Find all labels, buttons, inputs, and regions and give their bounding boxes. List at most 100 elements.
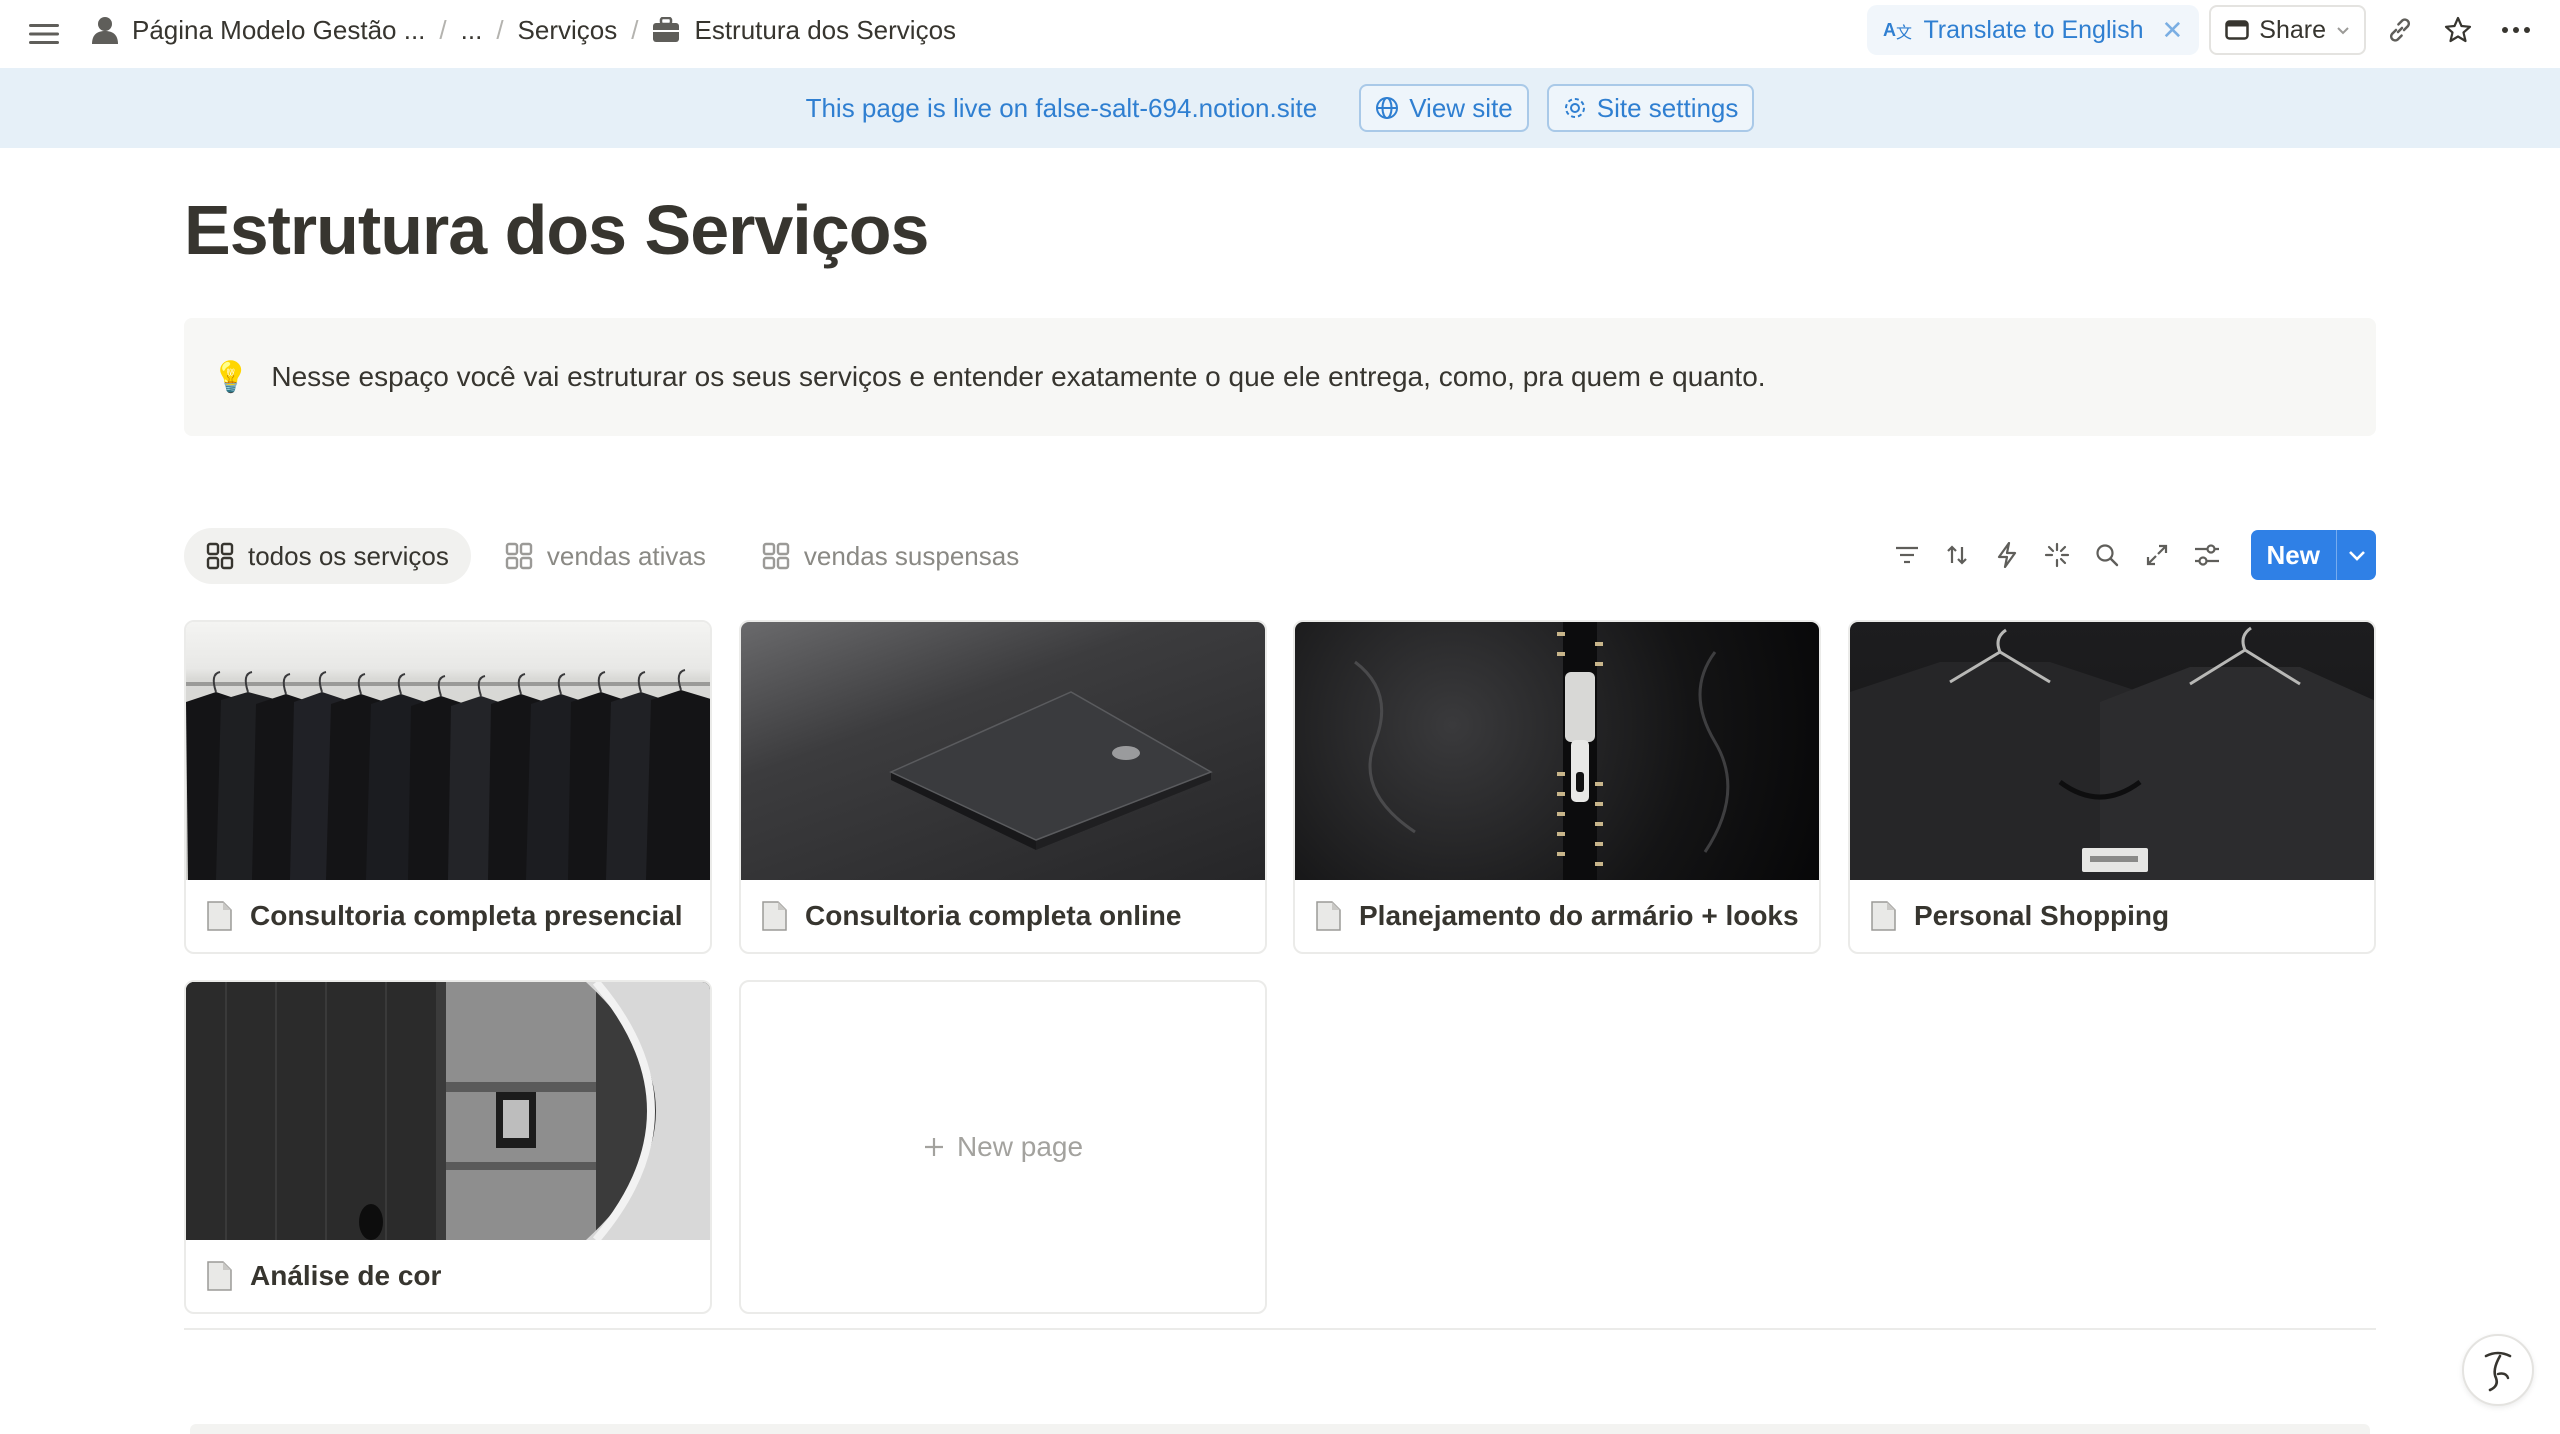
chevron-down-icon: [2348, 551, 2365, 561]
view-settings-button[interactable]: [2185, 533, 2229, 577]
breadcrumb-label: Serviços: [517, 14, 618, 45]
open-full-page-button[interactable]: [2135, 533, 2179, 577]
filter-button[interactable]: [1885, 533, 1929, 577]
card-title-row: Consultoria completa online: [741, 880, 1265, 952]
new-options-button[interactable]: [2336, 530, 2376, 580]
breadcrumb-label: ...: [460, 14, 483, 45]
help-button[interactable]: [2462, 1334, 2534, 1406]
card-cover-image: [186, 982, 710, 1240]
gallery-view-icon: [505, 542, 533, 570]
new-page-label: New page: [956, 1131, 1084, 1162]
star-icon: [2444, 16, 2472, 43]
gallery-card[interactable]: Consultoria completa presencial: [184, 620, 712, 954]
card-title-row: Análise de cor: [186, 1240, 710, 1312]
view-site-label: View site: [1409, 92, 1513, 123]
site-settings-button[interactable]: Site settings: [1546, 84, 1755, 132]
breadcrumb-item-workspace[interactable]: Página Modelo Gestão ...: [84, 11, 433, 50]
ai-autofill-button[interactable]: [2035, 533, 2079, 577]
page-icon: [1316, 901, 1341, 931]
card-title: Consultoria completa presencial: [250, 900, 683, 931]
tab-label: vendas suspensas: [803, 540, 1020, 571]
hangers-tshirts-illustration: [1850, 626, 2374, 880]
link-icon: [2390, 18, 2410, 42]
gallery-card[interactable]: Personal Shopping: [1848, 620, 2376, 954]
new-page-label-row: New page: [923, 1131, 1083, 1163]
share-button[interactable]: Share: [2209, 5, 2366, 55]
breadcrumb-label: Página Modelo Gestão ...: [132, 14, 426, 45]
favorite-button[interactable]: [2434, 6, 2482, 54]
divider: [184, 1328, 2376, 1330]
breadcrumb-separator: /: [439, 14, 447, 45]
copy-link-button[interactable]: [2376, 6, 2424, 54]
card-title-row: Planejamento do armário + looks: [1295, 880, 1819, 952]
database-view-tabs: todos os serviços vendas ativas vendas s…: [184, 528, 1041, 584]
view-site-button[interactable]: View site: [1359, 84, 1529, 132]
sort-arrows-icon: [1946, 545, 1967, 565]
next-block-edge: [190, 1424, 2370, 1434]
lightbulb-icon: 💡: [212, 360, 250, 394]
site-settings-label: Site settings: [1596, 92, 1739, 123]
new-page-card[interactable]: New page: [739, 980, 1267, 1314]
gallery-card[interactable]: Planejamento do armário + looks: [1293, 620, 1821, 954]
translate-icon: A文: [1883, 20, 1912, 41]
tab-vendas-ativas[interactable]: vendas ativas: [483, 528, 728, 584]
page-icon: [207, 1261, 232, 1291]
laptop-illustration: [889, 691, 1213, 850]
plus-icon: [924, 1138, 943, 1156]
gear-icon: [1564, 98, 1585, 118]
card-cover-image: [186, 622, 710, 880]
card-title: Planejamento do armário + looks: [1359, 900, 1799, 931]
card-title-row: Consultoria completa presencial: [186, 880, 710, 952]
search-button[interactable]: [2085, 533, 2129, 577]
database-toolbar: New: [1885, 530, 2376, 580]
breadcrumb: Página Modelo Gestão ... / ... / Serviço…: [84, 0, 964, 60]
banner-text: This page is live on false-salt-694.noti…: [805, 92, 1318, 123]
briefcase-icon: [653, 17, 680, 42]
more-options-button[interactable]: [2492, 6, 2540, 54]
breadcrumb-item-ellipsis[interactable]: ...: [453, 11, 491, 50]
card-title-row: Personal Shopping: [1850, 880, 2374, 952]
gallery-card[interactable]: Consultoria completa online: [739, 620, 1267, 954]
new-button-group: New: [2250, 530, 2376, 580]
card-cover-image: [1850, 622, 2374, 880]
close-icon[interactable]: ✕: [2161, 15, 2183, 46]
hamburger-menu-icon: [29, 24, 59, 44]
breadcrumb-separator: /: [496, 14, 504, 45]
mirror-room-illustration: [186, 982, 710, 1240]
tab-label: todos os serviços: [248, 540, 449, 571]
breadcrumb-item-current[interactable]: Estrutura dos Serviços: [644, 11, 964, 50]
filter-icon: [1895, 546, 1918, 564]
page-icon: [762, 901, 787, 931]
sort-button[interactable]: [1935, 533, 1979, 577]
card-title: Consultoria completa online: [805, 900, 1182, 931]
callout-block[interactable]: 💡 Nesse espaço você vai estruturar os se…: [184, 318, 2376, 436]
gallery-view-icon: [206, 542, 234, 570]
svg-text:文: 文: [1896, 24, 1912, 41]
chevron-down-icon: [2337, 27, 2349, 35]
svg-text:A: A: [1883, 20, 1896, 40]
card-cover-image: [741, 622, 1265, 880]
sidebar-toggle-button[interactable]: [24, 14, 64, 54]
new-button[interactable]: New: [2251, 530, 2336, 580]
breadcrumb-item-servicos[interactable]: Serviços: [510, 11, 626, 50]
automation-button[interactable]: [1985, 533, 2029, 577]
top-bar: Página Modelo Gestão ... / ... / Serviço…: [0, 0, 2560, 68]
card-cover-image: [1295, 622, 1819, 880]
breadcrumb-separator: /: [631, 14, 639, 45]
translate-button[interactable]: A文 Translate to English ✕: [1867, 5, 2200, 55]
tab-vendas-suspensas[interactable]: vendas suspensas: [740, 528, 1041, 584]
callout-text: Nesse espaço você vai estruturar os seus…: [271, 361, 1766, 392]
page-icon: [1871, 901, 1896, 931]
more-horizontal-icon: [2502, 27, 2530, 33]
gallery-view-icon: [762, 542, 790, 570]
search-icon: [2095, 544, 2118, 567]
page-title[interactable]: Estrutura dos Serviços: [184, 190, 929, 270]
card-title: Análise de cor: [250, 1260, 442, 1291]
globe-icon: [1376, 97, 1399, 119]
tab-label: vendas ativas: [546, 540, 706, 571]
tab-todos-os-servicos[interactable]: todos os serviços: [184, 528, 471, 584]
top-actions: A文 Translate to English ✕ Share: [1867, 4, 2540, 56]
page-icon: [207, 901, 232, 931]
lightning-icon: [1997, 542, 2016, 568]
gallery-card[interactable]: Análise de cor: [184, 980, 712, 1314]
